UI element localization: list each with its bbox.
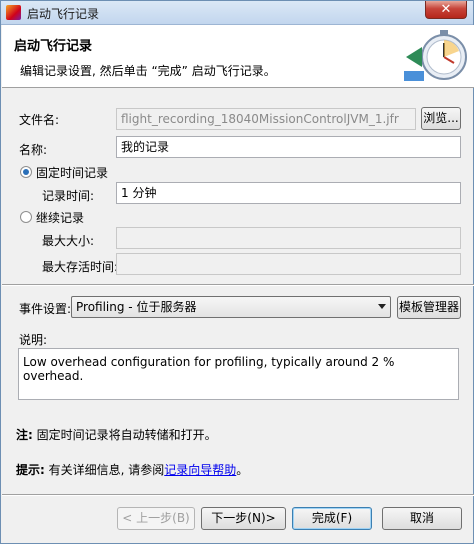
description-box: Low overhead configuration for profiling… <box>18 348 459 400</box>
footer-divider-highlight <box>2 495 474 496</box>
description-text: Low overhead configuration for profiling… <box>23 355 395 383</box>
fixed-time-radio[interactable] <box>20 166 32 178</box>
duration-label: 记录时间: <box>42 189 95 203</box>
note-prefix: 注: <box>16 428 33 442</box>
name-input[interactable]: 我的记录 <box>116 136 461 158</box>
window-title: 启动飞行记录 <box>27 7 100 21</box>
note-text: 注: 固定时间记录将自动转储和打开。 <box>16 426 217 443</box>
header-banner: 启动飞行记录 编辑记录设置, 然后单击 “完成” 启动飞行记录。 <box>2 25 474 88</box>
events-label: 事件设置: <box>19 302 72 316</box>
next-button[interactable]: 下一步(N)> <box>201 507 286 530</box>
close-button[interactable]: ✕ <box>425 1 467 19</box>
max-size-label: 最大大小: <box>42 234 95 248</box>
description-label: 说明: <box>19 333 48 347</box>
page-description: 编辑记录设置, 然后单击 “完成” 启动飞行记录。 <box>20 64 276 78</box>
events-select-value: Profiling - 位于服务器 <box>76 300 197 314</box>
wizard-help-link[interactable]: 记录向导帮助 <box>164 463 236 477</box>
tip-prefix: 提示: <box>16 463 45 477</box>
tip-text: 提示: 有关详细信息, 请参阅记录向导帮助。 <box>16 461 248 478</box>
events-select[interactable]: Profiling - 位于服务器 <box>71 296 391 318</box>
continuous-label: 继续记录 <box>36 211 85 225</box>
template-manager-button[interactable]: 模板管理器 <box>397 296 461 319</box>
app-icon <box>6 5 21 20</box>
browse-button[interactable]: 浏览... <box>421 107 461 130</box>
finish-button[interactable]: 完成(F) <box>292 507 372 530</box>
filename-field: flight_recording_18040MissionControlJVM_… <box>116 108 416 130</box>
dialog-window: 启动飞行记录 ✕ 启动飞行记录 编辑记录设置, 然后单击 “完成” 启动飞行记录… <box>0 0 474 544</box>
duration-input[interactable]: 1 分钟 <box>116 182 461 204</box>
cancel-button[interactable]: 取消 <box>382 507 462 530</box>
chevron-down-icon <box>378 304 386 309</box>
max-age-label: 最大存活时间: <box>42 260 119 274</box>
name-label: 名称: <box>19 143 48 157</box>
stopwatch-record-icon <box>404 30 467 81</box>
tip-suffix: 。 <box>236 463 249 477</box>
note-body: 固定时间记录将自动转储和打开。 <box>32 428 217 442</box>
page-title: 启动飞行记录 <box>14 39 93 54</box>
divider-highlight <box>2 285 474 286</box>
tip-body: 有关详细信息, 请参阅 <box>44 463 165 477</box>
continuous-radio[interactable] <box>20 211 32 223</box>
max-age-input <box>116 253 461 275</box>
filename-label: 文件名: <box>19 113 60 127</box>
title-bar[interactable]: 启动飞行记录 ✕ <box>1 1 473 25</box>
max-size-input <box>116 227 461 249</box>
fixed-time-label: 固定时间记录 <box>36 166 109 180</box>
back-button[interactable]: < 上一步(B) <box>117 507 195 530</box>
